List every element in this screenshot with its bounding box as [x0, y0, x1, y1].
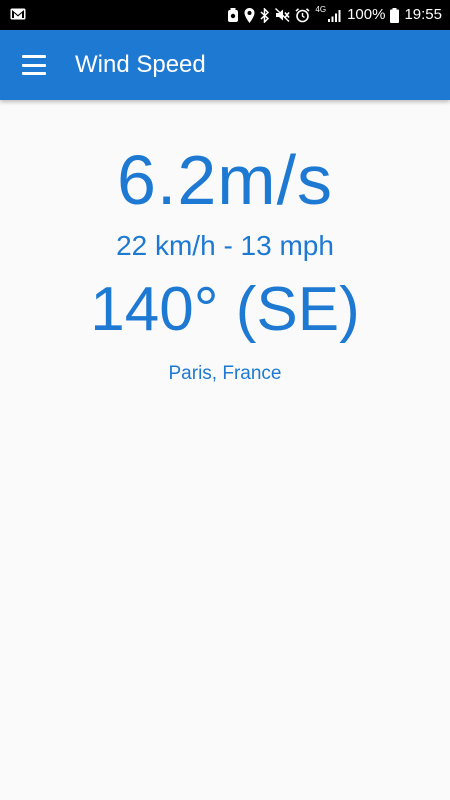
status-bar: 4G 100% 19:55 [0, 0, 450, 30]
alarm-clock-icon [227, 7, 239, 23]
wind-speed-value: 6.2m/s [116, 141, 334, 219]
wind-reading: 6.2m/s 22 km/h - 13 mph 140° (SE) Paris,… [0, 100, 450, 386]
signal-icon [328, 9, 342, 22]
alarm-icon [295, 7, 310, 23]
battery-percent: 100% [347, 6, 386, 23]
status-time: 19:55 [404, 6, 442, 23]
wind-speed-conversions: 22 km/h - 13 mph [116, 230, 334, 261]
status-bar-right: 4G 100% 19:55 [227, 0, 442, 30]
menu-icon[interactable] [22, 55, 48, 75]
wind-direction-value: 140° (SE) [90, 275, 360, 344]
mute-icon [275, 8, 291, 22]
battery-icon [390, 7, 400, 23]
network-type-label: 4G [315, 5, 327, 14]
app-bar: Wind Speed [0, 30, 450, 100]
location-label: Paris, France [168, 363, 282, 384]
location-icon [244, 7, 255, 23]
status-bar-left [10, 7, 26, 24]
gmail-icon [10, 7, 26, 24]
bluetooth-icon [260, 7, 270, 23]
app-title: Wind Speed [75, 51, 206, 78]
